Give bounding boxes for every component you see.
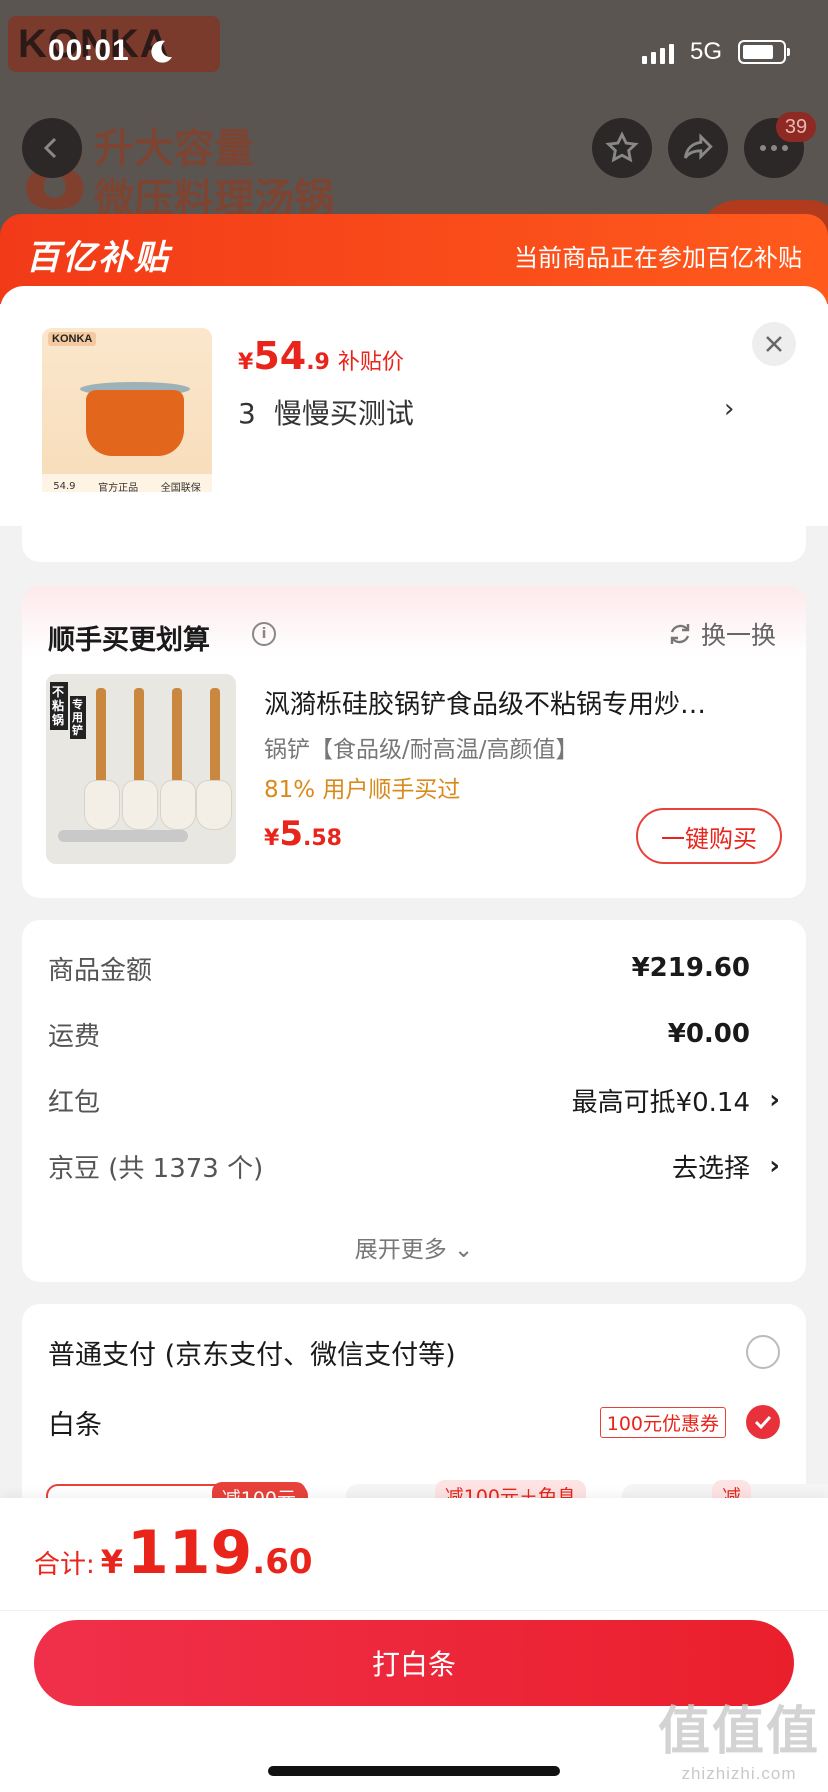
cart-badge: 39 bbox=[776, 112, 816, 142]
utensil-head bbox=[196, 780, 232, 830]
utensil-head bbox=[160, 780, 196, 830]
status-time: 00:01 bbox=[48, 34, 130, 67]
order-summary-card: 商品金额 ¥219.60 运费 ¥0.00 红包 最高可抵¥0.14 › 京豆 … bbox=[22, 920, 806, 1282]
moon-icon bbox=[151, 40, 172, 63]
one-click-buy-button[interactable]: 一键购买 bbox=[636, 808, 782, 864]
price-decimal: .9 bbox=[306, 350, 330, 375]
spatula-set-image[interactable]: 不粘锅 专用铲 bbox=[46, 674, 236, 864]
signal-icon bbox=[642, 44, 674, 64]
spec-name: 慢慢买测试 bbox=[273, 397, 414, 430]
info-icon[interactable]: i bbox=[252, 622, 276, 646]
upsell-item-price: ¥5.58 bbox=[264, 814, 342, 854]
upsell-item-subtitle: 锅铲【食品级/耐高温/高颜值】 bbox=[264, 737, 579, 763]
product-price: ¥54.9 补贴价 bbox=[238, 334, 404, 378]
refresh-icon bbox=[670, 624, 690, 644]
summary-row-shipping: 运费 ¥0.00 bbox=[48, 1014, 780, 1054]
watermark-url: zhizhizhi.com bbox=[681, 1764, 797, 1783]
product-spec-selector[interactable]: 3 慢慢买测试 bbox=[238, 392, 414, 432]
checkout-bar: 合计: ¥ 119 .60 打白条 值值值 zhizhizhi.com bbox=[0, 1498, 828, 1792]
chevron-right-icon[interactable]: › bbox=[724, 394, 734, 424]
summary-value: ¥0.00 bbox=[667, 1019, 750, 1049]
star-icon bbox=[605, 131, 639, 163]
divider bbox=[0, 1610, 828, 1611]
title-line-1: 升大容量 bbox=[94, 126, 254, 172]
price-integer: 5 bbox=[279, 814, 303, 854]
network-type: 5G bbox=[690, 38, 723, 65]
upsell-item-rate: 81% 用户顺手买过 bbox=[264, 777, 461, 803]
expand-label: 展开更多 bbox=[354, 1237, 447, 1263]
back-button[interactable] bbox=[22, 118, 82, 178]
summary-row-jingdou[interactable]: 京豆 (共 1373 个) 去选择 › bbox=[48, 1146, 780, 1186]
price-label: 补贴价 bbox=[337, 350, 404, 375]
refresh-label: 换一换 bbox=[700, 621, 776, 650]
summary-value: 去选择 bbox=[671, 1153, 750, 1184]
refresh-button[interactable]: 换一换 bbox=[667, 616, 776, 652]
pay-option-label: 白条 bbox=[48, 1409, 102, 1441]
utensil-head bbox=[122, 780, 158, 830]
summary-row-redpacket[interactable]: 红包 最高可抵¥0.14 › bbox=[48, 1080, 780, 1120]
quantity: 3 bbox=[238, 397, 256, 430]
share-icon bbox=[683, 133, 713, 160]
close-icon bbox=[766, 336, 782, 352]
utensil-head bbox=[84, 780, 120, 830]
price-decimal: .58 bbox=[302, 826, 342, 851]
subsidy-logo: 百亿补贴 bbox=[26, 238, 170, 278]
upsell-card: 顺手买更划算 i 换一换 不粘锅 专用铲 沨漪栎硅胶锅铲食品级不粘锅专用炒… 锅… bbox=[22, 586, 806, 898]
upsell-title: 顺手买更划算 bbox=[48, 625, 210, 656]
pay-option-baitiao[interactable]: 白条 100元优惠券 bbox=[48, 1402, 780, 1442]
price-symbol: ¥ bbox=[264, 826, 280, 851]
summary-value: 最高可抵¥0.14 bbox=[571, 1087, 750, 1118]
share-button[interactable] bbox=[668, 118, 728, 178]
total-symbol: ¥ bbox=[100, 1543, 124, 1581]
tongs bbox=[58, 830, 188, 842]
expand-more-button[interactable]: 展开更多 ⌄ bbox=[22, 1230, 806, 1264]
chevron-right-icon: › bbox=[769, 1085, 780, 1115]
summary-label: 商品金额 bbox=[48, 955, 153, 986]
image-tag: 不粘锅 bbox=[50, 682, 68, 730]
price-symbol: ¥ bbox=[238, 350, 254, 375]
address-card-partial bbox=[22, 492, 806, 562]
summary-label: 红包 bbox=[48, 1087, 101, 1118]
coupon-badge[interactable]: 100元优惠券 bbox=[599, 1406, 726, 1438]
total-integer: 119 bbox=[127, 1518, 253, 1588]
favorite-button[interactable] bbox=[592, 118, 652, 178]
watermark: 值值值 zhizhizhi.com bbox=[658, 1689, 820, 1784]
close-button[interactable] bbox=[752, 322, 796, 366]
pot-image bbox=[86, 390, 184, 456]
chevron-left-icon bbox=[43, 137, 57, 159]
subsidy-note: 当前商品正在参加百亿补贴 bbox=[514, 244, 802, 272]
summary-row-goods: 商品金额 ¥219.60 bbox=[48, 948, 780, 988]
radio-unchecked[interactable] bbox=[746, 1335, 780, 1369]
utensil-handle bbox=[172, 688, 182, 788]
total-label: 合计: bbox=[34, 1550, 95, 1580]
summary-value: ¥219.60 bbox=[631, 953, 750, 983]
thumb-brand: KONKA bbox=[48, 332, 97, 346]
summary-label: 运费 bbox=[48, 1021, 101, 1052]
home-indicator[interactable] bbox=[268, 1766, 560, 1776]
more-icon bbox=[760, 145, 788, 151]
upsell-item-name[interactable]: 沨漪栎硅胶锅铲食品级不粘锅专用炒… bbox=[264, 684, 780, 721]
utensil-handle bbox=[210, 688, 220, 788]
chevron-right-icon: › bbox=[769, 1151, 780, 1181]
product-thumbnail[interactable]: KONKA 54.9 官方正品 全国联保 bbox=[42, 328, 212, 498]
image-tag-2: 专用铲 bbox=[70, 696, 86, 739]
utensil-handle bbox=[96, 688, 106, 788]
product-card: KONKA 54.9 官方正品 全国联保 ¥54.9 补贴价 3 慢慢买测试 › bbox=[0, 286, 828, 526]
radio-checked[interactable] bbox=[746, 1405, 780, 1439]
total-decimal: .60 bbox=[252, 1542, 313, 1582]
summary-label: 京豆 (共 1373 个) bbox=[48, 1153, 264, 1184]
thumb-price: 54.9 bbox=[53, 480, 76, 492]
total-amount: 合计: ¥ 119 .60 bbox=[34, 1518, 313, 1588]
price-integer: 54 bbox=[253, 334, 307, 378]
chevron-down-icon: ⌄ bbox=[454, 1237, 474, 1263]
battery-icon bbox=[738, 40, 790, 64]
pay-option-label: 普通支付 (京东支付、微信支付等) bbox=[48, 1339, 456, 1371]
utensil-handle bbox=[134, 688, 144, 788]
check-icon bbox=[754, 1415, 772, 1429]
watermark-logo: 值值值 bbox=[657, 1702, 820, 1762]
pay-option-normal[interactable]: 普通支付 (京东支付、微信支付等) bbox=[48, 1332, 780, 1372]
